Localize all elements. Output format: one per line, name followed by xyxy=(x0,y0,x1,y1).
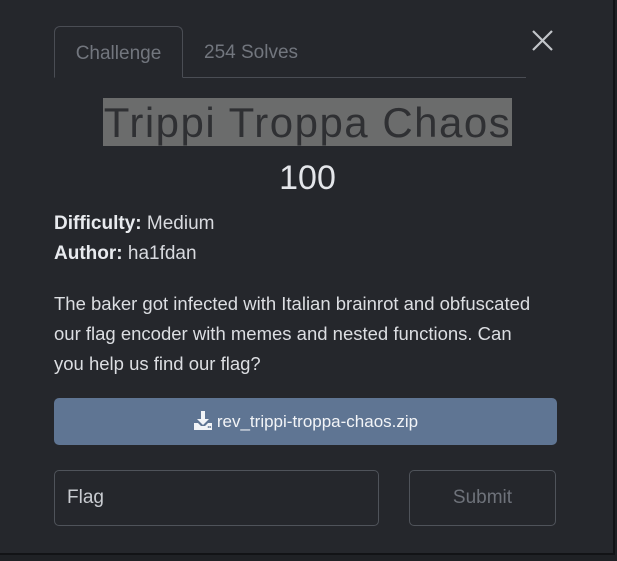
author-label: Author: xyxy=(54,243,123,264)
close-button[interactable] xyxy=(526,25,558,57)
tab-solves[interactable]: 254 Solves xyxy=(204,26,344,77)
title-container: Trippi Troppa Chaos xyxy=(0,98,615,146)
tab-solves-label: 254 Solves xyxy=(204,42,299,63)
download-file-button[interactable]: rev_trippi-troppa-chaos.zip xyxy=(54,398,557,445)
tab-challenge-label: Challenge xyxy=(75,43,162,64)
download-file-name: rev_trippi-troppa-chaos.zip xyxy=(216,412,419,431)
difficulty-row: Difficulty: Medium xyxy=(54,212,214,236)
flag-input[interactable] xyxy=(54,470,379,526)
author-row: Author: ha1fdan xyxy=(54,242,197,266)
challenge-title: Trippi Troppa Chaos xyxy=(102,98,513,146)
challenge-modal: Challenge 254 Solves Trippi Troppa Chaos… xyxy=(0,0,615,555)
challenge-points: 100 xyxy=(279,159,336,197)
difficulty-label: Difficulty: xyxy=(54,213,142,234)
tab-bar: Challenge 254 Solves xyxy=(54,26,526,78)
download-icon xyxy=(193,411,212,430)
submit-button[interactable]: Submit xyxy=(409,470,556,526)
tab-challenge[interactable]: Challenge xyxy=(54,26,183,78)
close-icon xyxy=(532,30,553,51)
author-value: ha1fdan xyxy=(127,243,197,264)
difficulty-value: Medium xyxy=(146,213,215,234)
challenge-description: The baker got infected with Italian brai… xyxy=(54,293,531,374)
